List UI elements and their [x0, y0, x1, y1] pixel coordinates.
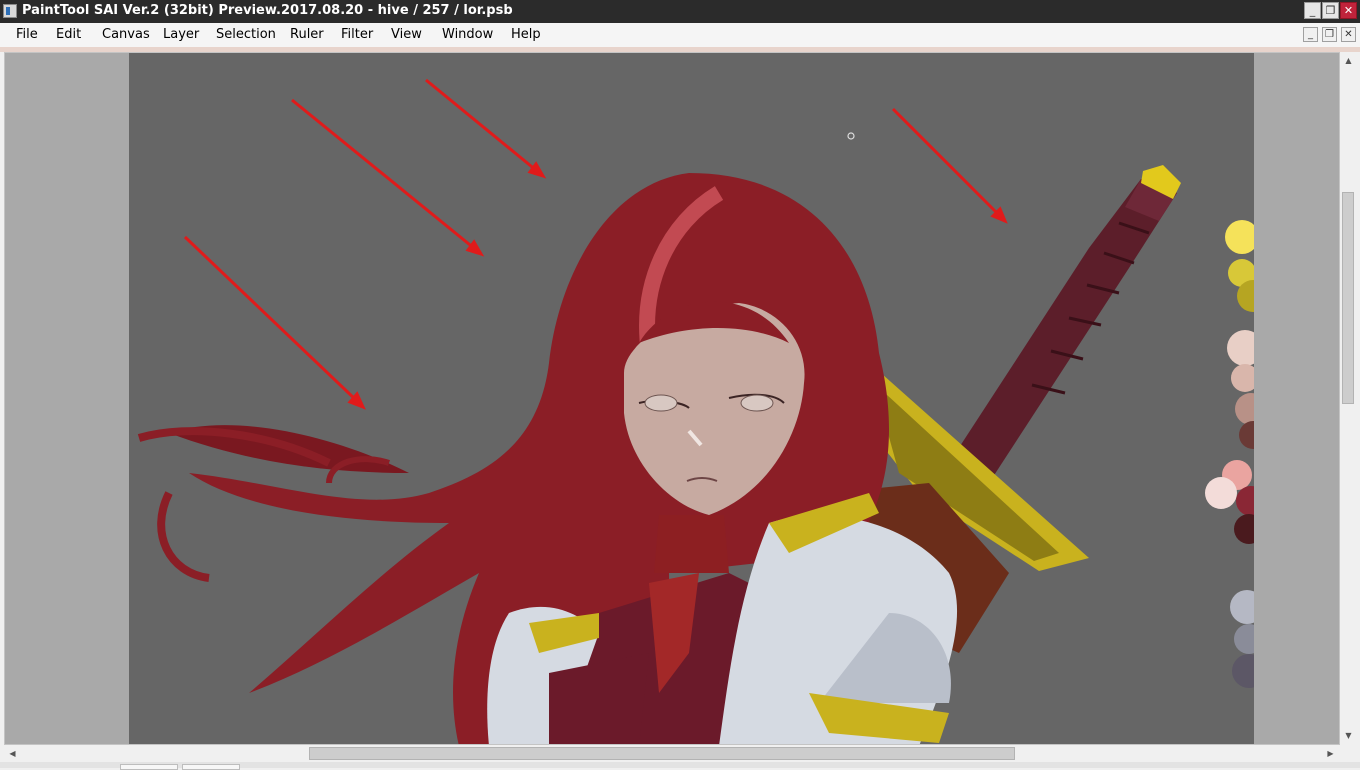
scroll-left-icon[interactable]: ◀: [5, 746, 20, 761]
document-minimize-icon[interactable]: _: [1303, 27, 1318, 42]
menu-layer[interactable]: Layer: [163, 27, 199, 42]
artwork-canvas[interactable]: [129, 53, 1254, 744]
swatch-brown-dark[interactable]: [1239, 421, 1254, 449]
palette-swatches[interactable]: [1205, 220, 1254, 688]
menu-edit[interactable]: Edit: [56, 27, 81, 42]
status-bar: [0, 762, 1360, 770]
swatch-gray[interactable]: [1234, 624, 1254, 654]
restore-icon[interactable]: ❐: [1322, 2, 1339, 19]
menu-filter[interactable]: Filter: [341, 27, 373, 42]
menu-bar: File Edit Canvas Layer Selection Ruler F…: [0, 23, 1360, 48]
scroll-down-icon[interactable]: ▼: [1341, 728, 1356, 743]
close-icon[interactable]: ✕: [1340, 2, 1357, 19]
swatch-slate[interactable]: [1232, 654, 1254, 688]
swatch-yellow-light[interactable]: [1225, 220, 1254, 254]
menu-view[interactable]: View: [391, 27, 422, 42]
menu-file[interactable]: File: [16, 27, 38, 42]
swatch-maroon[interactable]: [1234, 514, 1254, 544]
scroll-right-icon[interactable]: ▶: [1323, 746, 1338, 761]
swatch-crimson[interactable]: [1236, 486, 1254, 516]
vertical-scroll-thumb[interactable]: [1342, 192, 1354, 404]
sword-handle: [949, 165, 1181, 483]
swatch-silver[interactable]: [1230, 590, 1254, 624]
swatch-skin[interactable]: [1231, 364, 1254, 392]
swatch-pink-light[interactable]: [1205, 477, 1237, 509]
minimize-icon[interactable]: _: [1304, 2, 1321, 19]
artwork-illustration: [137, 78, 1254, 744]
horizontal-scroll-thumb[interactable]: [309, 747, 1015, 760]
brush-cursor: [847, 132, 855, 140]
document-tab[interactable]: [120, 764, 178, 770]
menu-help[interactable]: Help: [511, 27, 541, 42]
scroll-up-icon[interactable]: ▲: [1341, 53, 1356, 68]
swatch-skin-light[interactable]: [1227, 330, 1254, 366]
title-bar: PaintTool SAI Ver.2 (32bit) Preview.2017…: [0, 0, 1360, 23]
menu-selection[interactable]: Selection: [216, 27, 276, 42]
document-close-icon[interactable]: ✕: [1341, 27, 1356, 42]
document-restore-icon[interactable]: ❐: [1322, 27, 1337, 42]
menu-window[interactable]: Window: [442, 27, 493, 42]
canvas-workspace[interactable]: [4, 52, 1340, 745]
swatch-skin-shadow[interactable]: [1235, 393, 1254, 425]
horizontal-scrollbar[interactable]: ◀ ▶: [4, 745, 1340, 762]
document-tab[interactable]: [182, 764, 240, 770]
menu-ruler[interactable]: Ruler: [290, 27, 324, 42]
app-icon[interactable]: [3, 4, 17, 18]
window-title: PaintTool SAI Ver.2 (32bit) Preview.2017…: [22, 3, 513, 18]
menu-canvas[interactable]: Canvas: [102, 27, 150, 42]
vertical-scrollbar[interactable]: ▲ ▼: [1340, 52, 1357, 745]
